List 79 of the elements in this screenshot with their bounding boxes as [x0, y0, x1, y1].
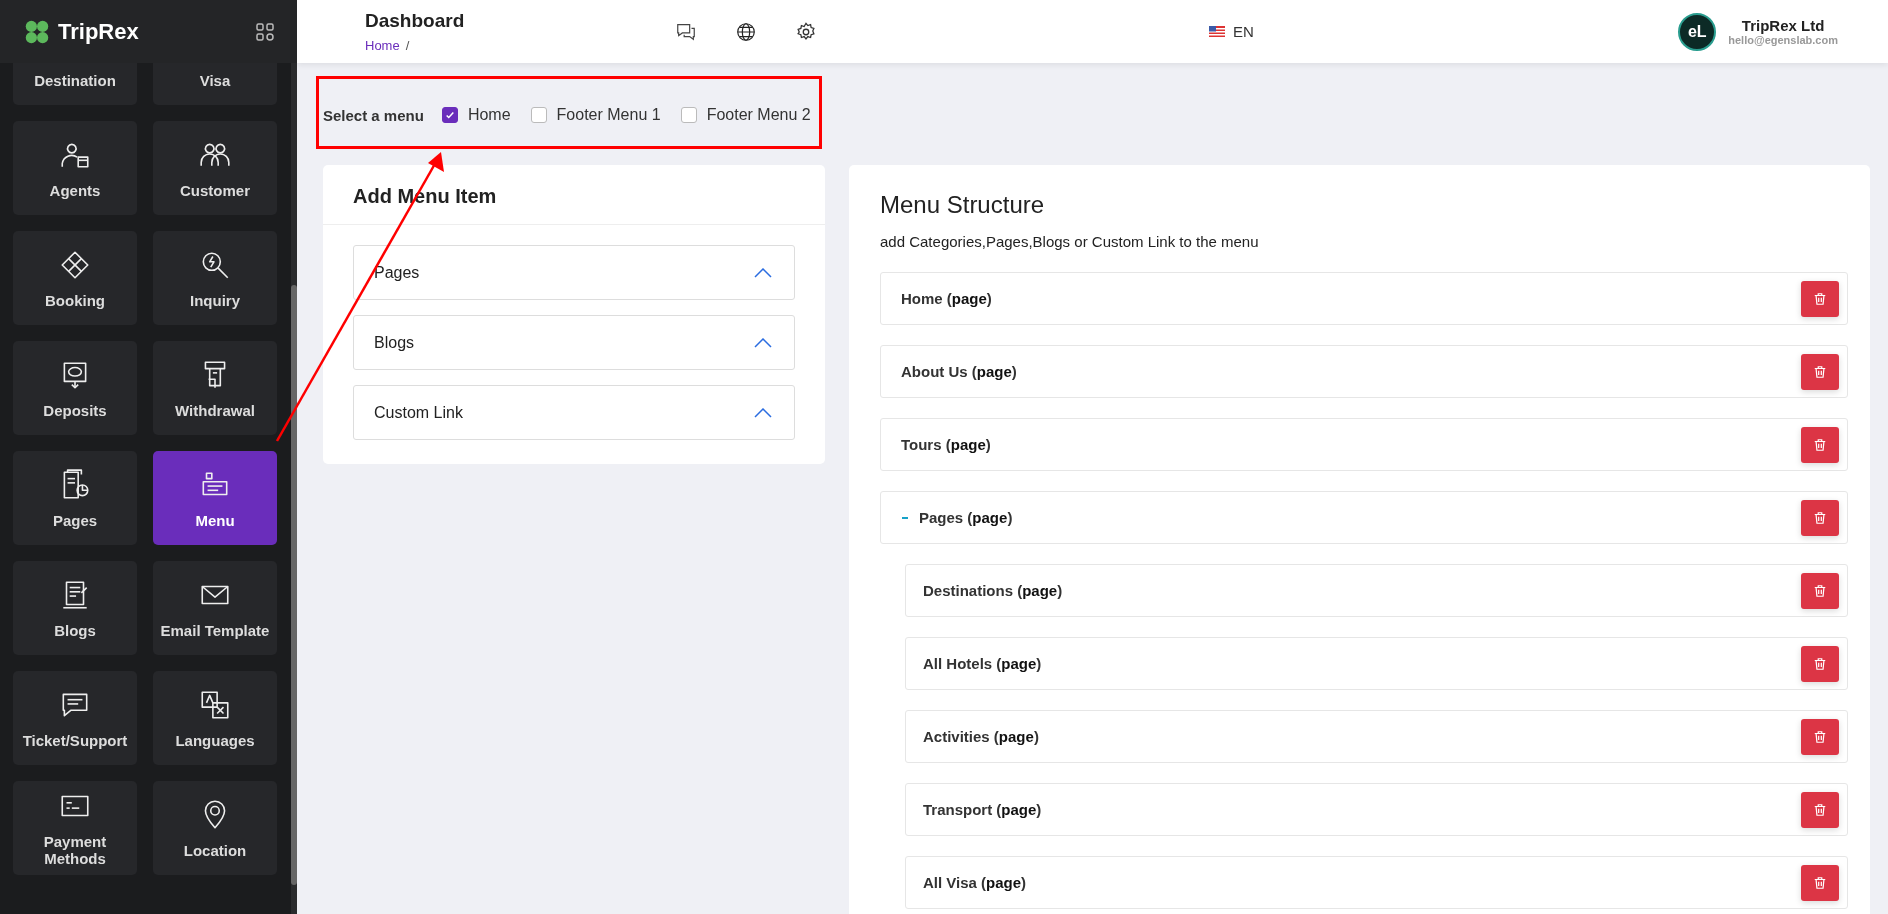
checkmark-icon — [444, 110, 455, 120]
menu-item-label: Transport (page) — [923, 801, 1043, 818]
checkbox[interactable] — [680, 107, 697, 123]
trash-icon — [1813, 291, 1827, 306]
menu-item-row[interactable]: About Us (page) — [880, 345, 1848, 398]
card-subtitle: add Categories,Pages,Blogs or Custom Link to the menu — [880, 233, 1260, 250]
sidebar-tile[interactable]: Languages — [153, 671, 277, 765]
sidebar-tile[interactable]: Customer — [153, 121, 277, 215]
trash-icon — [1813, 729, 1827, 744]
sidebar-tile[interactable]: Payment Methods — [13, 781, 137, 875]
checkbox-label[interactable]: Footer Menu 2 — [706, 106, 811, 124]
checkbox-label[interactable]: Home — [467, 106, 511, 124]
breadcrumb-link[interactable]: Home — [365, 38, 400, 53]
trash-icon — [1813, 583, 1827, 598]
delete-button[interactable] — [1801, 353, 1839, 390]
sidebar-tile[interactable]: Menu — [153, 451, 277, 545]
menu-item-row[interactable]: Transport (page) — [905, 783, 1848, 836]
account-email: hello@egenslab.com — [1728, 34, 1838, 46]
checkbox[interactable] — [441, 107, 458, 123]
checkbox[interactable] — [530, 107, 547, 123]
trash-icon — [1813, 437, 1827, 452]
sidebar-tile[interactable]: Inquiry — [153, 231, 277, 325]
chevron-up-icon — [754, 267, 772, 278]
grid-icon[interactable] — [255, 21, 275, 42]
sidebar-tile[interactable]: Blogs — [13, 561, 137, 655]
chevron-up-icon — [754, 337, 772, 348]
trash-icon — [1813, 656, 1827, 671]
menu-item-label: Pages (page) — [919, 509, 1014, 526]
sidebar-tile[interactable]: Visa — [153, 63, 277, 105]
menu-item-row[interactable]: Activities (page) — [905, 710, 1848, 763]
menu-item-row[interactable]: Tours (page) — [880, 418, 1848, 471]
delete-button[interactable] — [1801, 280, 1839, 317]
sidebar-tile[interactable]: Ticket/Support — [13, 671, 137, 765]
account-name: TripRex Ltd — [1741, 17, 1825, 34]
language-selector[interactable]: EN — [1209, 23, 1254, 40]
trash-icon — [1813, 510, 1827, 525]
flag-icon — [1209, 26, 1225, 37]
globe-icon[interactable] — [735, 20, 757, 43]
menu-item-row[interactable]: All Hotels (page) — [905, 637, 1848, 690]
accordion-header[interactable]: Blogs — [353, 315, 795, 370]
menu-item-label: Activities (page) — [923, 728, 1040, 745]
sidebar-tile[interactable]: Email Template — [153, 561, 277, 655]
checkbox-label[interactable]: Footer Menu 1 — [556, 106, 661, 124]
sidebar-tile[interactable]: Pages — [13, 451, 137, 545]
page-title: Dashboard — [365, 10, 466, 32]
sidebar-tile[interactable]: Withdrawal — [153, 341, 277, 435]
trash-icon — [1813, 802, 1827, 817]
menu-item-label: About Us (page) — [901, 363, 1018, 380]
delete-button[interactable] — [1801, 645, 1839, 682]
avatar[interactable]: eL — [1678, 12, 1717, 51]
delete-button[interactable] — [1801, 572, 1839, 609]
chevron-up-icon — [754, 407, 772, 418]
delete-button[interactable] — [1801, 426, 1839, 463]
trash-icon — [1813, 875, 1827, 890]
delete-button[interactable] — [1801, 718, 1839, 755]
delete-button[interactable] — [1801, 864, 1839, 901]
sidebar-tile[interactable]: Booking — [13, 231, 137, 325]
accordion-header[interactable]: Custom Link — [353, 385, 795, 440]
delete-button[interactable] — [1801, 499, 1839, 536]
menu-item-label: Tours (page) — [901, 436, 992, 453]
sidebar-tile[interactable]: Deposits — [13, 341, 137, 435]
sidebar-tile[interactable]: Location — [153, 781, 277, 875]
menu-item-label: Home (page) — [901, 290, 993, 307]
sidebar-tile[interactable]: Destination — [13, 63, 137, 105]
select-menu-label: Select a menu — [323, 107, 424, 124]
card-title: Menu Structure — [880, 191, 1046, 219]
menu-item-row[interactable]: All Visa (page) — [905, 856, 1848, 909]
accordion-header[interactable]: Pages — [353, 245, 795, 300]
menu-item-label: All Hotels (page) — [923, 655, 1043, 672]
menu-item-label: All Visa (page) — [923, 874, 1028, 891]
trash-icon — [1813, 364, 1827, 379]
brand-name: TripRex — [58, 18, 140, 45]
breadcrumb-separator: / — [405, 38, 410, 53]
sidebar-tile[interactable]: Agents — [13, 121, 137, 215]
delete-button[interactable] — [1801, 791, 1839, 828]
menu-item-row[interactable]: Destinations (page) — [905, 564, 1848, 617]
menu-item-row[interactable]: Pages (page) — [880, 491, 1848, 544]
menu-item-label: Destinations (page) — [923, 582, 1064, 599]
menu-item-row[interactable]: Home (page) — [880, 272, 1848, 325]
